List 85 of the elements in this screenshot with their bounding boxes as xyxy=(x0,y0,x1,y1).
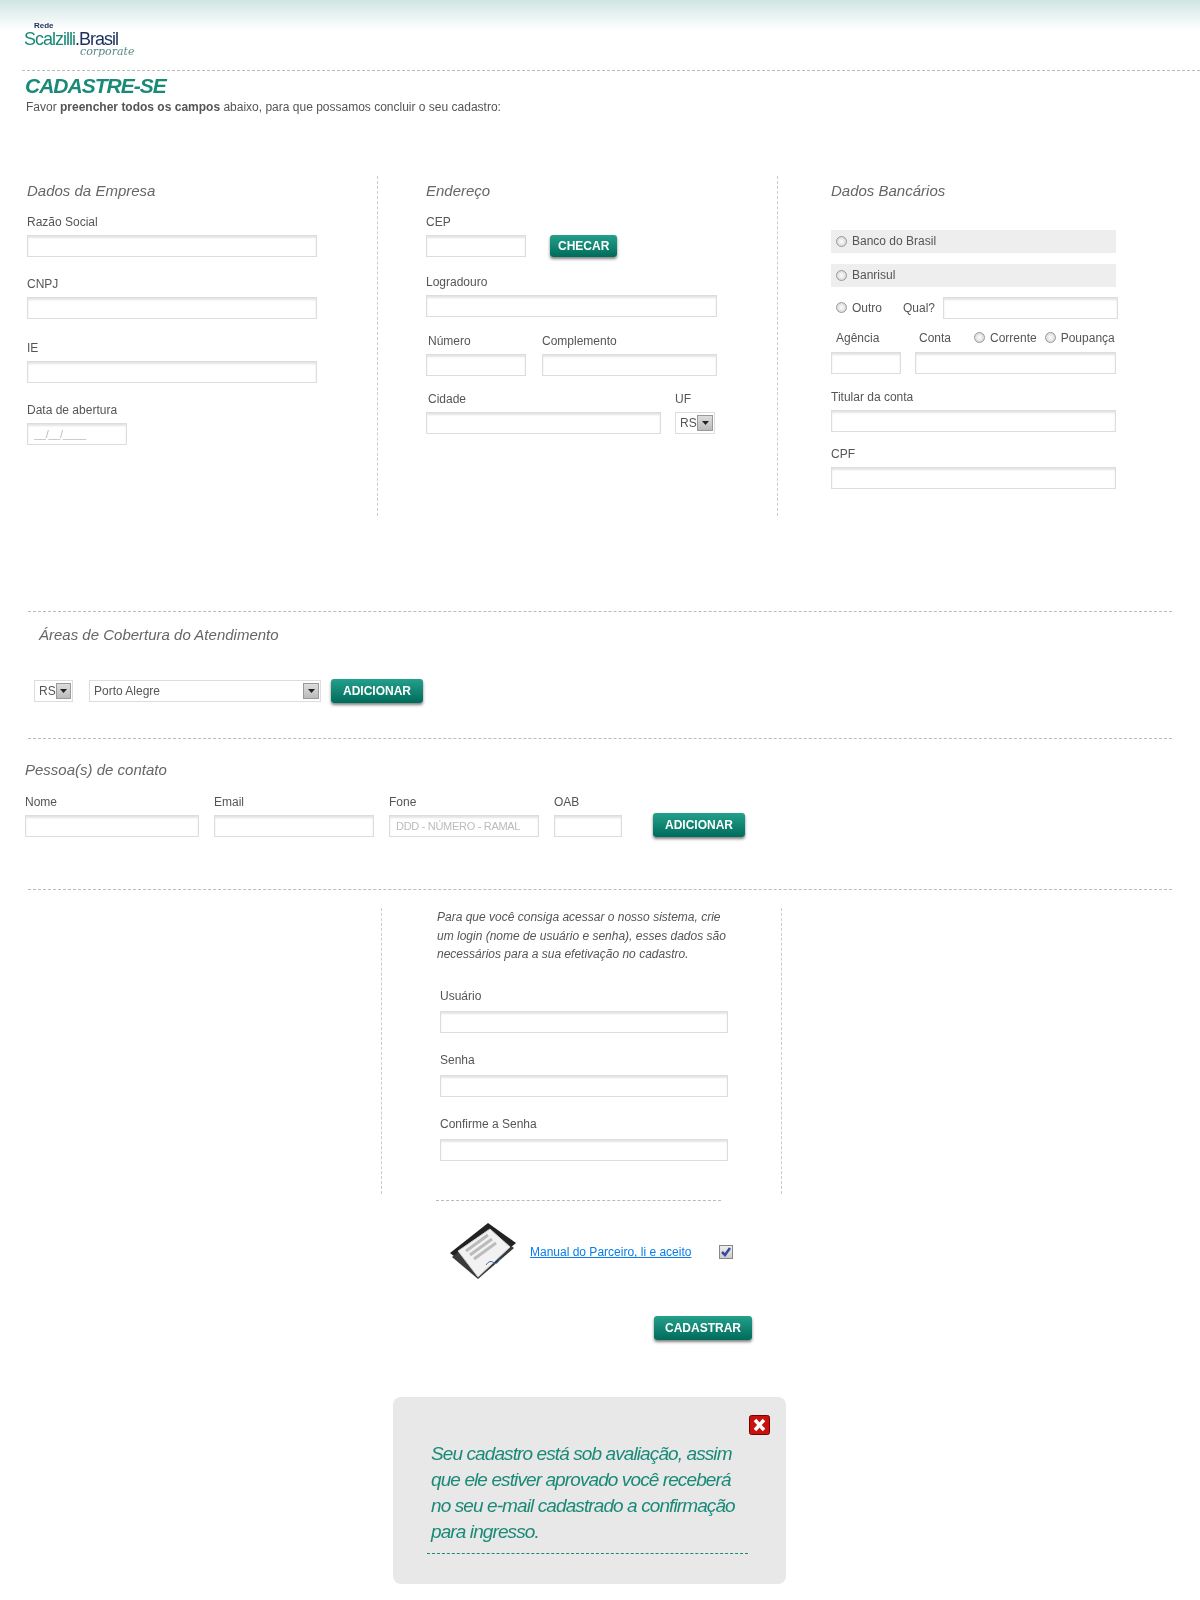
field-label: CEP xyxy=(426,213,452,231)
input-field[interactable] xyxy=(831,409,1116,432)
caret-icon xyxy=(701,420,709,425)
radio-button[interactable] xyxy=(836,269,847,281)
field-label: Logradouro xyxy=(426,273,489,291)
agree-checkbox[interactable] xyxy=(719,1245,734,1260)
field-label: Número xyxy=(428,332,472,350)
input-field[interactable] xyxy=(27,296,317,319)
radio-button[interactable] xyxy=(836,235,847,247)
select-value: RS xyxy=(680,414,697,432)
field-label: Qual? xyxy=(903,299,936,317)
option-label: Outro xyxy=(852,299,882,317)
manual-link[interactable]: Manual do Parceiro, li e aceito xyxy=(530,1243,692,1262)
state-select[interactable]: RS xyxy=(34,679,73,702)
add-button[interactable]: ADICIONAR xyxy=(331,678,423,703)
input-field[interactable] xyxy=(831,351,901,374)
instruction-text: Para que você consiga acessar o nosso sistema, crie um login (nome de usuário e senha), esses dados são necessários para a sua efetivação no cadastro. xyxy=(437,909,727,964)
notice-text: Seu cadastro está sob avaliação, assim que ele estiver aprovado você receberá no seu e-mail cadastrado a confirmação para ingresso. xyxy=(431,1442,736,1545)
input-field[interactable] xyxy=(426,294,717,317)
section-heading: Dados Bancários xyxy=(831,181,947,202)
field-label: CNPJ xyxy=(27,275,60,293)
radio-button[interactable] xyxy=(1044,332,1056,344)
check-button[interactable]: CHECAR xyxy=(550,234,618,257)
submit-button[interactable]: CADASTRAR xyxy=(654,1316,752,1341)
field-label: Titular da conta xyxy=(831,388,915,406)
bank-option[interactable]: Banco do Brasil xyxy=(831,229,1116,253)
radio-button[interactable] xyxy=(974,332,985,344)
option-label: Corrente xyxy=(990,329,1037,347)
field-label: Cidade xyxy=(428,390,468,408)
bank-option[interactable]: Banrisul xyxy=(831,263,1116,287)
field-label: CPF xyxy=(831,445,856,463)
logo: Rede Scalzilli.Brasil corporate xyxy=(24,22,136,60)
field-label: UF xyxy=(675,390,692,408)
close-icon xyxy=(749,1415,770,1436)
field-label: OAB xyxy=(554,794,581,812)
input-field[interactable] xyxy=(915,351,1116,374)
section-heading: Pessoa(s) de contato xyxy=(25,759,168,780)
input-field[interactable] xyxy=(27,234,317,257)
caret-icon xyxy=(307,688,315,693)
dropdown-button[interactable] xyxy=(55,682,71,699)
option-label: Banrisul xyxy=(852,267,896,285)
input-field[interactable] xyxy=(426,234,526,257)
input-field[interactable] xyxy=(440,1010,728,1033)
add-button[interactable]: ADICIONAR xyxy=(653,813,745,838)
input-field[interactable] xyxy=(440,1138,728,1161)
field-label: Razão Social xyxy=(27,213,99,231)
field-label: Confirme a Senha xyxy=(440,1115,538,1133)
section-heading: Áreas de Cobertura do Atendimento xyxy=(39,625,280,646)
input-field[interactable] xyxy=(25,815,199,838)
input-field[interactable] xyxy=(831,466,1116,489)
input-field[interactable] xyxy=(426,353,526,376)
caret-icon xyxy=(59,688,67,693)
field-label: IE xyxy=(27,339,40,357)
input-field[interactable]: DDD - NÚMERO - RAMAL xyxy=(389,815,539,838)
option-label: Banco do Brasil xyxy=(852,233,937,251)
dropdown-button[interactable] xyxy=(303,682,319,699)
city-select[interactable]: Porto Alegre xyxy=(89,679,321,702)
radio-button[interactable] xyxy=(836,302,847,314)
field-label: Data de abertura xyxy=(27,401,119,419)
field-label: Email xyxy=(214,794,245,812)
field-label: Complemento xyxy=(542,332,618,350)
page-title: CADASTRE-SE xyxy=(25,73,168,99)
field-label: Agência xyxy=(836,329,881,347)
field-label: Nome xyxy=(25,794,58,812)
section-heading: Dados da Empresa xyxy=(27,181,157,202)
dropdown-button[interactable] xyxy=(697,414,713,431)
select-value: Porto Alegre xyxy=(94,682,162,700)
input-field[interactable] xyxy=(27,360,317,383)
state-select[interactable]: RS xyxy=(675,411,715,434)
input-field[interactable] xyxy=(426,411,661,434)
field-label: Senha xyxy=(440,1051,476,1069)
close-button[interactable] xyxy=(749,1415,770,1436)
intro-text: Favor preencher todos os campos abaixo, para que possamos concluir o seu cadastro: xyxy=(26,99,502,117)
input-field[interactable] xyxy=(943,296,1119,319)
input-field[interactable] xyxy=(440,1074,728,1097)
input-field[interactable] xyxy=(554,815,622,838)
input-field[interactable] xyxy=(214,815,374,838)
section-heading: Endereço xyxy=(426,181,492,202)
option-label: Poupança xyxy=(1060,329,1115,347)
field-label: Fone xyxy=(389,794,418,812)
select-value: RS xyxy=(39,682,56,700)
field-label: Usuário xyxy=(440,987,483,1005)
input-field[interactable]: __/__/____ xyxy=(27,422,127,445)
field-label: Conta xyxy=(919,329,953,347)
input-field[interactable] xyxy=(542,353,717,376)
